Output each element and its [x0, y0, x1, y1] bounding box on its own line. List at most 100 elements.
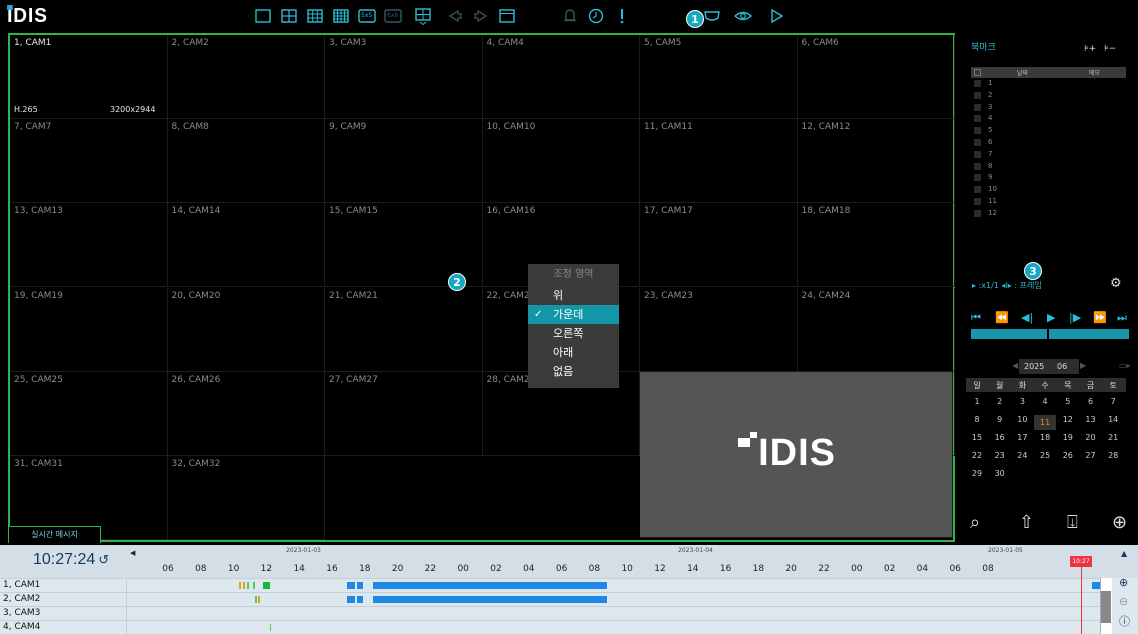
recording-segment[interactable] [357, 596, 363, 603]
bookmark-checkbox[interactable] [974, 80, 981, 87]
layout-4x4-icon[interactable] [331, 6, 351, 26]
zoom-in-icon[interactable]: ⊕ [1112, 512, 1127, 533]
calendar-export-icon[interactable]: ▭▸ [1119, 361, 1131, 370]
camera-cell[interactable]: 1, CAM1 H.265 3200x2944 [10, 35, 168, 120]
bookmark-checkbox[interactable] [974, 127, 981, 135]
calendar-day[interactable]: 28 [1102, 451, 1124, 460]
camera-cell[interactable]: 25, CAM25 [10, 371, 168, 456]
eye-icon[interactable] [733, 6, 753, 26]
layout-3x3-icon[interactable] [305, 6, 325, 26]
camera-cell[interactable]: 20, CAM20 [167, 287, 325, 372]
bookmark-checkbox[interactable] [974, 150, 981, 158]
timeline-scroll-thumb[interactable] [1101, 591, 1111, 623]
layout-1x1-icon[interactable] [253, 6, 273, 26]
prev-group-icon[interactable] [445, 6, 465, 26]
search-icon[interactable]: ⌕ [970, 512, 980, 533]
bookmark-checkbox[interactable] [974, 138, 981, 146]
calendar-day[interactable]: 26 [1057, 451, 1079, 460]
bookmark-row[interactable]: 8 [971, 161, 1126, 173]
bookmark-row[interactable]: 2 [971, 90, 1126, 102]
calendar-day[interactable]: 25 [1034, 451, 1056, 460]
playback-progress[interactable] [971, 329, 1129, 339]
bookmark-checkbox[interactable] [974, 103, 981, 111]
recording-segment[interactable] [373, 596, 607, 603]
layout-2x2-icon[interactable] [279, 6, 299, 26]
next-group-icon[interactable] [471, 6, 491, 26]
recording-segment[interactable] [270, 624, 271, 631]
layout-6x6-icon[interactable]: 6x6 [383, 6, 403, 26]
timeline-zoom-in-icon[interactable]: ⊕ [1119, 576, 1128, 589]
recording-segment[interactable] [347, 596, 355, 603]
calendar-day[interactable]: 13 [1080, 415, 1102, 424]
menu-item-none[interactable]: 없음 [528, 362, 619, 381]
recording-segment[interactable] [357, 582, 363, 589]
recording-segment[interactable] [239, 582, 241, 589]
bookmark-row[interactable]: 9 [971, 172, 1126, 184]
recording-segment[interactable] [255, 596, 257, 603]
recording-segment[interactable] [373, 582, 607, 589]
gear-icon[interactable]: ⚙ [1110, 276, 1122, 291]
menu-item-bottom[interactable]: 아래 [528, 343, 619, 362]
recording-segment[interactable] [258, 596, 260, 603]
calendar-day[interactable]: 18 [1034, 433, 1056, 442]
export-icon[interactable]: ⍗ [1067, 512, 1078, 533]
calendar-day[interactable]: 5 [1057, 397, 1079, 406]
calendar-day[interactable]: 29 [966, 469, 988, 478]
bookmark-checkbox[interactable] [974, 186, 981, 194]
play-forward-icon[interactable]: ▶ [1047, 311, 1055, 324]
go-last-icon[interactable]: ⏭ [1117, 311, 1127, 325]
bookmark-checkbox[interactable] [974, 197, 981, 205]
bookmark-row[interactable]: 10 [971, 184, 1126, 196]
alert-icon[interactable] [612, 6, 632, 26]
calendar-day[interactable]: 15 [966, 433, 988, 442]
bookmark-row[interactable]: 5 [971, 125, 1126, 137]
mask-icon[interactable] [702, 6, 722, 26]
bookmark-row[interactable]: 11 [971, 196, 1126, 208]
camera-cell[interactable]: 11, CAM11 [640, 119, 798, 204]
calendar-day[interactable]: 20 [1080, 433, 1102, 442]
timeline-row[interactable]: 3, CAM3 [0, 606, 1100, 620]
menu-item-center[interactable]: ✓ 가운데 [528, 305, 619, 324]
bookmark-row[interactable]: 7 [971, 149, 1126, 161]
step-forward-icon[interactable]: |▶ [1069, 311, 1081, 324]
camera-cell[interactable]: 17, CAM17 [640, 203, 798, 288]
layout-5x5-icon[interactable]: 5x5 [357, 6, 377, 26]
timeline-collapse-icon[interactable]: ▲ [1121, 549, 1127, 558]
fast-forward-icon[interactable]: ⏩ [1093, 311, 1107, 324]
timeline-row[interactable]: 4, CAM4 [0, 620, 1100, 634]
calendar-day[interactable]: 10 [1011, 415, 1033, 424]
bookmark-checkbox[interactable] [974, 91, 981, 99]
calendar-day[interactable]: 8 [966, 415, 988, 424]
select-all-checkbox[interactable] [974, 69, 981, 76]
recording-segment[interactable] [253, 582, 255, 589]
play-icon[interactable] [766, 6, 786, 26]
camera-cell[interactable]: 12, CAM12 [797, 119, 955, 204]
timeline-zoom-out-icon[interactable]: ⊖ [1119, 595, 1128, 608]
camera-cell[interactable]: 2, CAM2 [167, 35, 325, 120]
bookmark-remove-icon[interactable]: ⊧− [1104, 44, 1116, 54]
calendar-day[interactable]: 22 [966, 451, 988, 460]
camera-cell[interactable]: 32, CAM32 [167, 455, 325, 540]
calendar-day[interactable]: 24 [1011, 451, 1033, 460]
camera-cell[interactable]: 19, CAM19 [10, 287, 168, 372]
recording-segment[interactable] [1092, 582, 1100, 589]
calendar-day[interactable]: 1 [966, 397, 988, 406]
camera-cell[interactable]: 24, CAM24 [797, 287, 955, 372]
camera-cell[interactable]: 5, CAM5 [640, 35, 798, 120]
rotate-icon[interactable] [586, 6, 606, 26]
recording-segment[interactable] [243, 582, 245, 589]
camera-cell[interactable]: 3, CAM3 [325, 35, 483, 120]
bookmark-row[interactable]: 6 [971, 137, 1126, 149]
camera-cell[interactable]: 8, CAM8 [167, 119, 325, 204]
bookmark-checkbox[interactable] [974, 115, 981, 123]
timeline-info-icon[interactable]: ⓘ [1119, 613, 1130, 629]
camera-cell[interactable]: 13, CAM13 [10, 203, 168, 288]
alarm-icon[interactable] [560, 6, 580, 26]
calendar-day[interactable]: 3 [1011, 397, 1033, 406]
camera-cell[interactable]: 27, CAM27 [325, 371, 483, 456]
camera-cell[interactable]: 18, CAM18 [797, 203, 955, 288]
calendar-day[interactable]: 11 [1034, 415, 1057, 430]
camera-cell[interactable]: 7, CAM7 [10, 119, 168, 204]
camera-cell[interactable]: 6, CAM6 [797, 35, 955, 120]
clock-refresh-icon[interactable]: ↺ [98, 552, 109, 567]
